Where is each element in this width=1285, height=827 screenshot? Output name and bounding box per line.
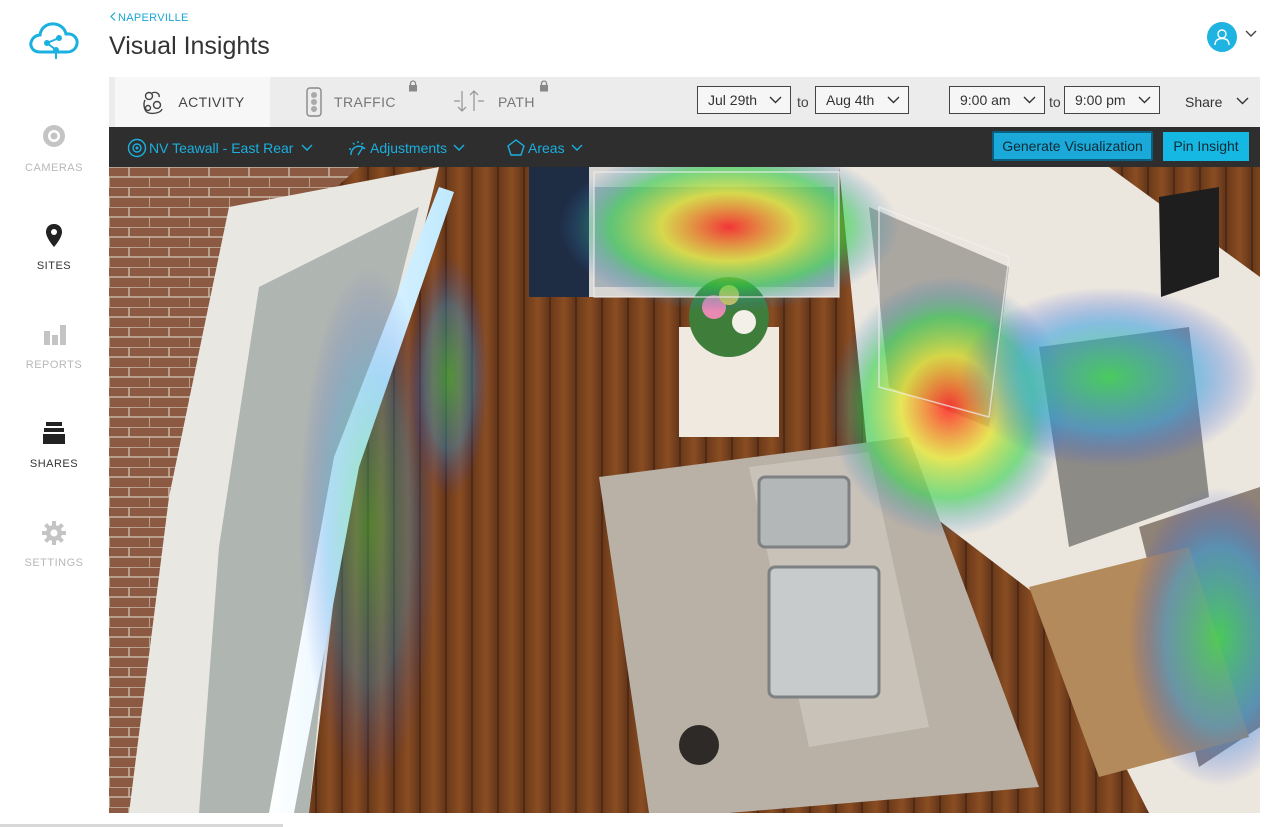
- camera-icon: [127, 138, 147, 158]
- chevron-down-icon[interactable]: [1245, 30, 1257, 38]
- sidebar-item-sites[interactable]: SITES: [0, 222, 108, 272]
- camera-select[interactable]: NV Teawall - East Rear: [127, 138, 313, 158]
- areas-select[interactable]: Areas: [506, 138, 583, 158]
- pentagon-area-icon: [507, 139, 525, 156]
- tab-traffic[interactable]: TRAFFIC: [306, 77, 416, 127]
- time-from-select[interactable]: 9:00 am: [949, 86, 1045, 114]
- traffic-light-icon: [306, 87, 322, 117]
- tab-activity[interactable]: ACTIVITY: [115, 77, 270, 127]
- sidebar-item-label: REPORTS: [25, 359, 83, 371]
- camera-select-label: NV Teawall - East Rear: [149, 140, 294, 156]
- chevron-down-icon: [301, 144, 313, 151]
- toolbar: ACTIVITY TRAFFIC PATH Jul 29th to Aug 4t…: [109, 77, 1260, 127]
- sidebar-item-label: SETTINGS: [24, 557, 84, 569]
- lock-icon: [409, 80, 417, 92]
- adjustments-icon: [349, 141, 366, 156]
- areas-label: Areas: [528, 140, 565, 156]
- sidebar-item-label: SHARES: [29, 458, 79, 470]
- avatar[interactable]: [1207, 22, 1237, 52]
- chevron-down-icon: [1138, 96, 1151, 104]
- cloud-logo-icon[interactable]: [26, 18, 82, 62]
- chevron-left-icon: [110, 12, 116, 24]
- lock-icon: [540, 80, 548, 92]
- sidebar-item-label: SITES: [36, 260, 72, 272]
- chevron-down-icon: [453, 144, 465, 151]
- camera-heatmap-view[interactable]: [109, 167, 1260, 813]
- stack-icon: [43, 422, 65, 444]
- gear-icon: [42, 521, 66, 545]
- sidebar: CAMERAS SITES REPORTS SHARES SETTINGS: [0, 0, 108, 827]
- time-range-separator: to: [1049, 94, 1061, 110]
- date-to-value: Aug 4th: [826, 92, 875, 108]
- path-arrows-icon: [454, 90, 484, 112]
- adjustments-label: Adjustments: [370, 140, 448, 156]
- tab-label: TRAFFIC: [334, 94, 396, 110]
- page-title: Visual Insights: [109, 32, 270, 60]
- sidebar-item-settings[interactable]: SETTINGS: [0, 519, 108, 569]
- sidebar-item-shares[interactable]: SHARES: [0, 420, 108, 470]
- date-from-select[interactable]: Jul 29th: [697, 86, 791, 114]
- date-to-select[interactable]: Aug 4th: [815, 86, 909, 114]
- bar-chart-icon: [44, 325, 66, 345]
- date-range-separator: to: [797, 94, 809, 110]
- generate-visualization-button[interactable]: Generate Visualization: [992, 131, 1153, 161]
- chevron-down-icon[interactable]: [1236, 97, 1249, 105]
- breadcrumb-label: NAPERVILLE: [118, 12, 189, 24]
- tab-label: ACTIVITY: [178, 94, 245, 110]
- user-icon: [1214, 29, 1230, 46]
- pin-insight-button[interactable]: Pin Insight: [1163, 132, 1249, 161]
- visualization-controls-bar: NV Teawall - East Rear Adjustments Areas…: [109, 127, 1260, 167]
- breadcrumb[interactable]: NAPERVILLE: [110, 12, 189, 24]
- sidebar-item-cameras[interactable]: CAMERAS: [0, 124, 108, 174]
- time-to-select[interactable]: 9:00 pm: [1064, 86, 1160, 114]
- share-button[interactable]: Share: [1185, 94, 1222, 110]
- date-from-value: Jul 29th: [708, 92, 758, 108]
- activity-icon: [143, 91, 164, 115]
- sidebar-item-reports[interactable]: REPORTS: [0, 321, 108, 371]
- camera-frame-image: [109, 167, 1260, 813]
- camera-icon: [43, 125, 65, 147]
- map-pin-icon: [46, 224, 62, 247]
- sidebar-item-label: CAMERAS: [25, 162, 83, 174]
- chevron-down-icon: [887, 96, 900, 104]
- chevron-down-icon: [571, 144, 583, 151]
- time-to-value: 9:00 pm: [1075, 92, 1126, 108]
- chevron-down-icon: [769, 96, 782, 104]
- tab-label: PATH: [498, 94, 535, 110]
- adjustments-select[interactable]: Adjustments: [347, 138, 465, 158]
- time-from-value: 9:00 am: [960, 92, 1011, 108]
- chevron-down-icon: [1023, 96, 1036, 104]
